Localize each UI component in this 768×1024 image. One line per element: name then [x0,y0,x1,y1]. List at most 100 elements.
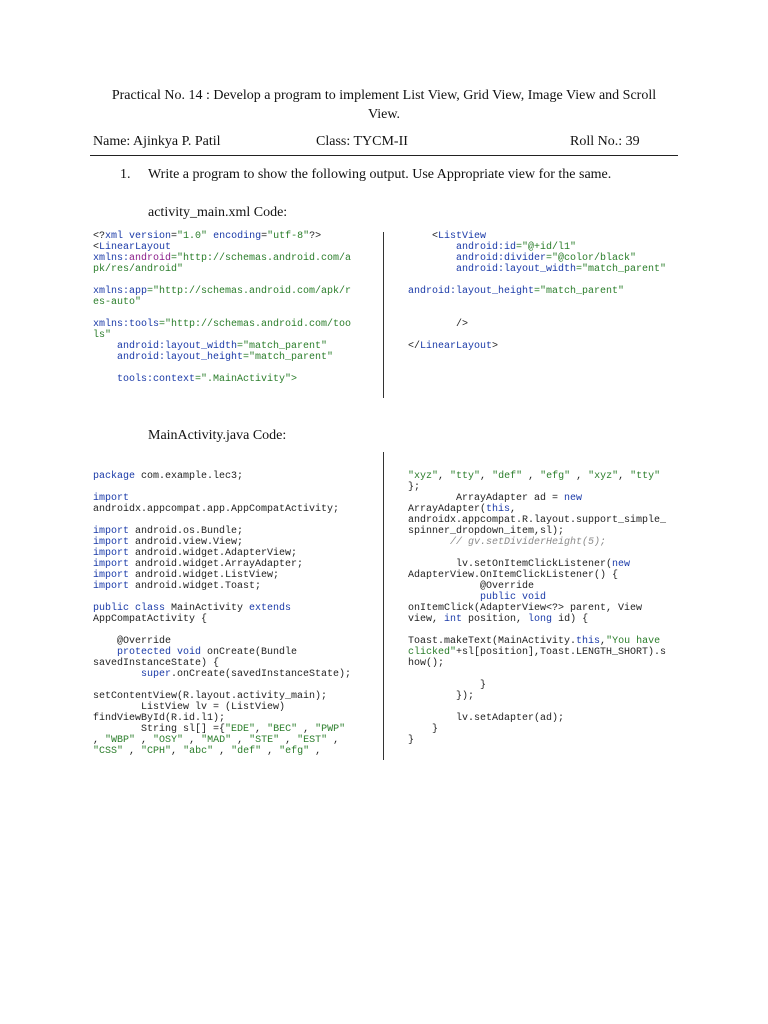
code-token: import [93,493,130,504]
code-line: AdapterView.OnItemClickListener() { [408,570,666,581]
code-token: ="http://schemas.android.com/a [171,253,352,264]
code-token: // gv.setDividerHeight(5); [408,537,607,548]
code-token: xml version [105,231,172,242]
code-token: encoding [207,231,262,242]
code-token: +sl[position],Toast.LENGTH_SHORT).s [456,647,667,658]
code-line: /> [408,319,666,330]
code-line: android:layout_height="match_parent" [93,352,351,363]
code-line: // gv.setDividerHeight(5); [408,537,666,548]
code-token: "MAD" [201,735,232,746]
code-line: @Override [93,636,351,647]
code-token: String sl[] ={ [93,724,226,735]
code-line: @Override [408,581,666,592]
code-token: }); [408,691,475,702]
question-number: 1. [120,167,131,182]
code-token: /> [408,319,469,330]
code-line: savedInstanceState) { [93,658,351,669]
code-token: , [309,746,322,757]
code-token: ls" [93,330,112,341]
code-token: AdapterView.OnItemClickListener() { [408,570,619,581]
code-token: ArrayAdapter ad = [408,493,565,504]
code-token: android.widget.ArrayAdapter; [129,559,304,570]
code-line: , "WBP" , "OSY" , "MAD" , "STE" , "EST" … [93,735,351,746]
code-token: } [408,680,487,691]
code-token: MainActivity [165,603,250,614]
code-token: , [297,724,316,735]
code-line: es-auto" [93,297,351,308]
code-line: "CSS" , "CPH", "abc" , "def" , "efg" , [93,746,351,757]
code-line: <?xml version="1.0" encoding="utf-8"?> [93,231,351,242]
code-line: } [408,735,666,746]
xml-code-right: <ListView android:id="@+id/l1" android:d… [408,231,666,352]
code-token: @Override [93,636,172,647]
code-token: this [486,504,511,515]
code-token: setContentView(R.layout.activity_main); [93,691,328,702]
code-token: android:layout_height [93,352,244,363]
code-line: "xyz", "tty", "def" , "efg" , "xyz", "tt… [408,471,666,482]
code-token: new [564,493,583,504]
code-token: =".MainActivity"> [195,374,298,385]
student-class: Class: TYCM-II [316,134,408,149]
code-token: ListView lv = (ListView) [93,702,286,713]
code-line: public class MainActivity extends [93,603,351,614]
code-token: ="@color/black" [546,253,637,264]
code-line: import android.widget.AdapterView; [93,548,351,559]
code-token: , [183,735,202,746]
code-token: "You have [606,636,661,647]
code-token: "EST" [297,735,328,746]
code-token: > [492,341,499,352]
code-token: id) { [552,614,589,625]
code-token: findViewById(R.id.l1); [93,713,226,724]
code-token: Toast.makeText(MainActivity. [408,636,577,647]
code-token: package [93,471,136,482]
code-token: android:divider [408,253,547,264]
code-token: lv.setAdapter(ad); [408,713,565,724]
code-token: @Override [408,581,535,592]
code-token: , [93,735,106,746]
code-token: }; [408,482,421,493]
code-token: savedInstanceState) { [93,658,220,669]
code-token: onCreate(Bundle [201,647,298,658]
code-token: android.widget.ListView; [129,570,280,581]
code-token: public void [408,592,547,603]
code-line: } [408,724,666,735]
code-token: int [444,614,463,625]
code-line: findViewById(R.id.l1); [93,713,351,724]
code-line: import android.widget.ArrayAdapter; [93,559,351,570]
code-line: import android.widget.ListView; [93,570,351,581]
code-token: "abc" [183,746,214,757]
code-line: ArrayAdapter(this, [408,504,666,515]
code-token: onItemClick(AdapterView<?> parent, View [408,603,643,614]
code-token: "EDE" [225,724,256,735]
code-token: , [255,724,268,735]
code-line: xmlns:android="http://schemas.android.co… [93,253,351,264]
code-line: android:divider="@color/black" [408,253,666,264]
code-token: "STE" [249,735,280,746]
code-token: import [93,559,130,570]
code-token: lv.setOnItemClickListener( [408,559,613,570]
code-line: setContentView(R.layout.activity_main); [93,691,351,702]
code-token: view, [408,614,445,625]
code-line: ListView lv = (ListView) [93,702,351,713]
code-token: ="match_parent" [243,352,334,363]
code-line: import android.widget.Toast; [93,581,351,592]
code-line: AppCompatActivity { [93,614,351,625]
code-line: clicked"+sl[position],Toast.LENGTH_SHORT… [408,647,666,658]
code-token: ArrayAdapter( [408,504,487,515]
code-token: import [93,526,130,537]
code-token: long [528,614,553,625]
code-token: "def" [492,471,523,482]
question-text: Write a program to show the following ou… [148,167,612,182]
code-token: this [576,636,601,647]
code-token: com.example.lec3; [135,471,244,482]
code-token: android.view.View; [129,537,244,548]
